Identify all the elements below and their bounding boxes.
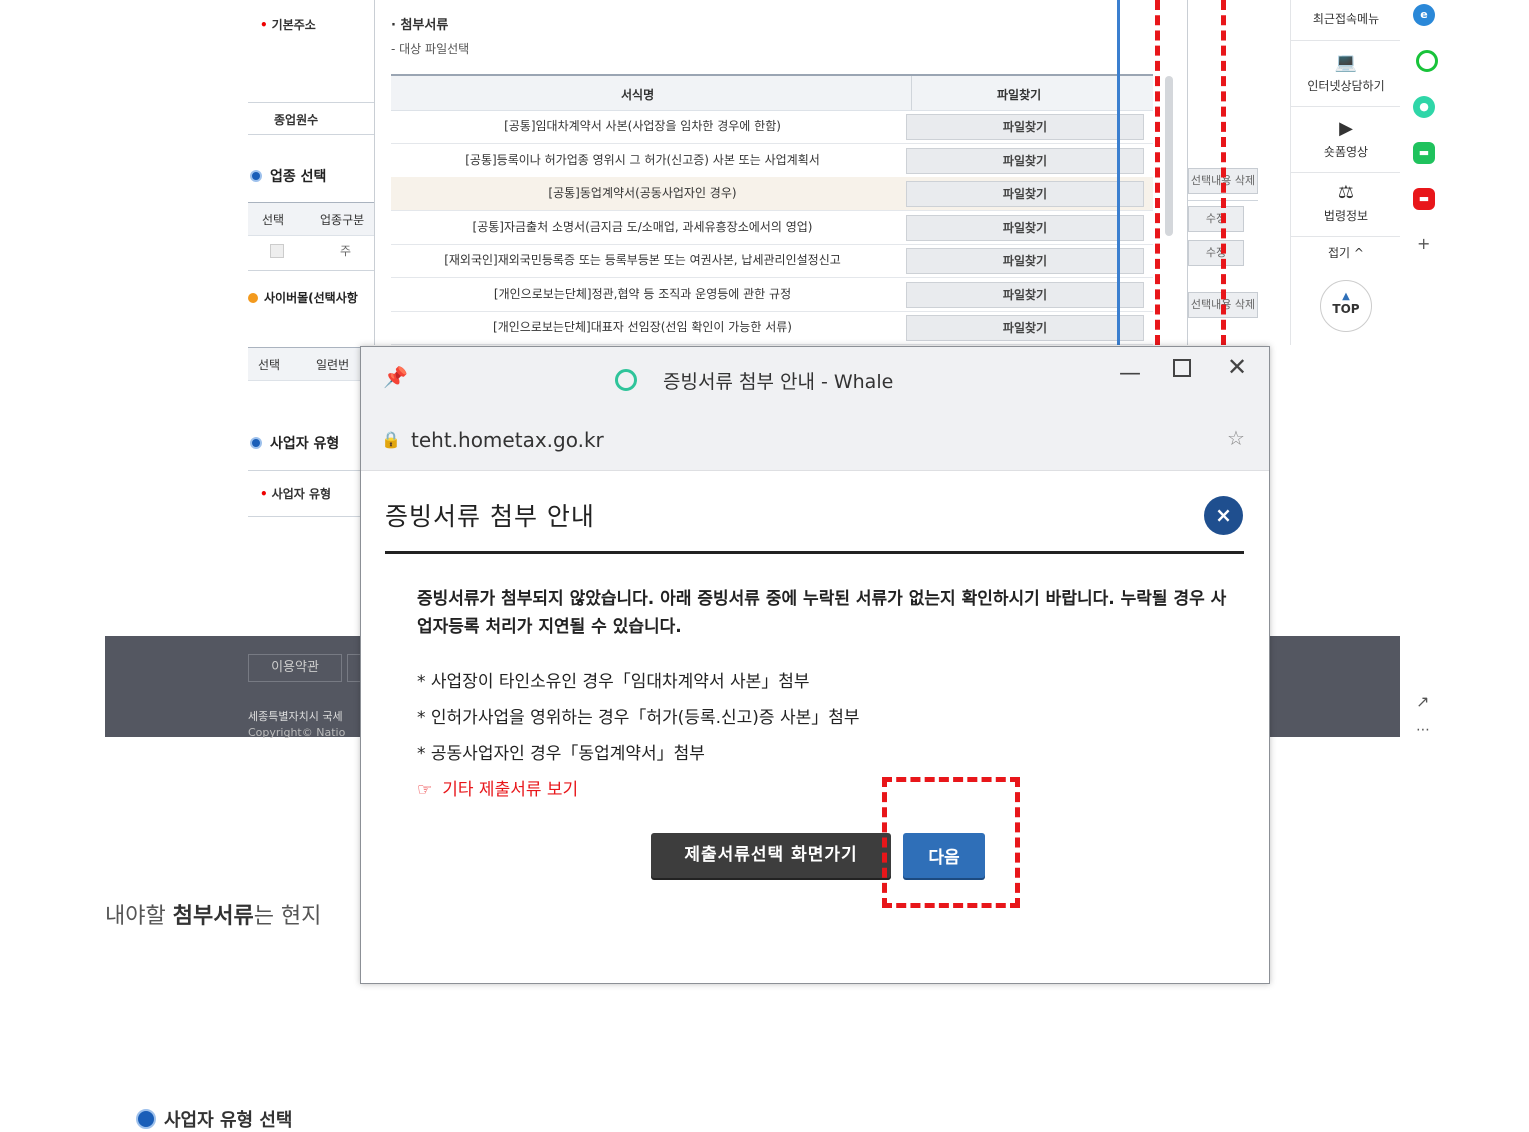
edit-button-1[interactable]: 수정	[1188, 206, 1244, 232]
quick-law-info[interactable]: ⚖ 법령정보	[1291, 182, 1401, 224]
pointing-hand-icon: ☞	[417, 780, 433, 800]
quick-recent-menu[interactable]: 최근접속메뉴	[1291, 10, 1401, 27]
green-circle-icon[interactable]	[1416, 50, 1438, 72]
gavel-icon: ⚖	[1337, 182, 1355, 203]
other-documents-link[interactable]: ☞ 기타 제출서류 보기	[417, 775, 578, 800]
file-find-button[interactable]: 파일찾기	[906, 281, 1144, 308]
quick-short-video[interactable]: ▶ 숏폼영상	[1291, 118, 1401, 160]
laptop-icon: 💻	[1334, 52, 1358, 73]
attachment-row: [재외국인]재외국민등록증 또는 등록부등본 또는 여권사본, 납세관리인설정신…	[391, 244, 1153, 278]
file-find-button[interactable]: 파일찾기	[906, 214, 1144, 241]
pin-icon[interactable]: 📌	[383, 365, 408, 389]
select-documents-button[interactable]: 제출서류선택 화면가기	[651, 833, 891, 878]
bookmark-star-icon[interactable]: ☆	[1227, 426, 1245, 450]
play-icon: ▶	[1339, 118, 1353, 139]
footer-address: 세종특별자치시 국세	[248, 710, 343, 723]
terms-link[interactable]: 이용약관	[248, 654, 342, 682]
basic-address-label: • 기본주소	[260, 18, 316, 32]
attachment-table-header: 서식명 파일찾기	[391, 74, 1153, 111]
maximize-icon[interactable]	[1173, 359, 1191, 377]
cyber-mall-section-title: 사이버몰(선택사항	[248, 289, 358, 306]
type-table-header: 선택 업종구분	[248, 202, 374, 236]
dialog-title: 증빙서류 첨부 안내	[385, 502, 595, 531]
bottom-section-title: 사업자 유형 선택	[136, 1106, 292, 1132]
file-find-button[interactable]: 파일찾기	[906, 248, 1144, 274]
address-bar[interactable]: 🔒 teht.hometax.go.kr ☆	[361, 410, 1269, 471]
bullet-lease-contract: * 사업장이 타인소유인 경우「임대차계약서 사본」첨부	[417, 672, 810, 692]
quick-online-consult[interactable]: 💻 인터넷상담하기	[1291, 52, 1401, 94]
cyber-table-header: 선택 일련번	[248, 347, 374, 381]
attachment-heading: · 첨부서류	[391, 18, 449, 33]
attachment-subheading: - 대상 파일선택	[391, 42, 470, 56]
employees-label: 종업원수	[274, 113, 319, 127]
dialog-window: 📌 증빙서류 첨부 안내 - Whale — ✕ 🔒 teht.hometax.…	[360, 346, 1270, 984]
attachment-form-name: [개인으로보는단체]대표자 선임장(선임 확인이 가능한 서류)	[493, 320, 792, 334]
file-find-button[interactable]: 파일찾기	[906, 147, 1144, 174]
footer-copyright: Copyright© Natio	[248, 726, 346, 739]
quick-menu: 최근접속메뉴 💻 인터넷상담하기 ▶ 숏폼영상 ⚖ 법령정보 접기 ^ ▲ TOP	[1290, 0, 1401, 345]
lock-icon: 🔒	[381, 430, 401, 449]
red-app-icon[interactable]: ▬	[1413, 188, 1435, 210]
add-icon[interactable]: +	[1417, 234, 1430, 253]
warning-message: 증빙서류가 첨부되지 않았습니다. 아래 증빙서류 중에 누락된 서류가 없는지…	[417, 589, 1227, 637]
chat-icon[interactable]: ▬	[1413, 142, 1435, 164]
type-row-checkbox[interactable]	[270, 244, 284, 258]
attachment-row: [개인으로보는단체]대표자 선임장(선임 확인이 가능한 서류) 파일찾기	[391, 311, 1153, 345]
attachment-popup: · 첨부서류 - 대상 파일선택 서식명 파일찾기 [공통]임대차계약서 사본(…	[374, 0, 1226, 345]
edit-button-2[interactable]: 수정	[1188, 240, 1244, 266]
business-type-section-title: 업종 선택	[250, 166, 326, 186]
attachment-row: [공통]임대차계약서 사본(사업장을 임차한 경우에 한함) 파일찾기	[391, 110, 1153, 144]
attachment-form-name: [공통]임대차계약서 사본(사업장을 임차한 경우에 한함)	[504, 119, 781, 133]
window-title: 증빙서류 첨부 안내 - Whale	[663, 371, 894, 393]
attachment-row: [공통]동업계약서(공동사업자인 경우) 파일찾기	[391, 177, 1153, 211]
dialog-close-button[interactable]: ×	[1204, 496, 1243, 535]
edge-icon[interactable]: e	[1413, 4, 1435, 26]
attachment-row: [공통]자금출처 소명서(금지금 도/소매업, 과세유흥장소에서의 영업) 파일찾…	[391, 211, 1153, 245]
more-icon[interactable]: ⋯	[1416, 722, 1430, 738]
operator-type-label: • 사업자 유형	[260, 487, 332, 501]
arrow-up-icon: ▲	[1342, 291, 1350, 302]
title-divider	[385, 551, 1244, 554]
attachment-form-name: [공통]동업계약서(공동사업자인 경우)	[548, 186, 737, 200]
attachment-form-name: [공통]등록이나 허가업종 영위시 그 허가(신고증) 사본 또는 사업계획서	[465, 152, 820, 167]
attachment-row: [공통]등록이나 허가업종 영위시 그 허가(신고증) 사본 또는 사업계획서 파…	[391, 144, 1153, 178]
attachment-form-name: [개인으로보는단체]정관,협약 등 조직과 운영등에 관한 규정	[493, 286, 792, 301]
whale-icon	[615, 369, 637, 391]
quick-collapse[interactable]: 접기 ^	[1291, 244, 1401, 261]
top-button[interactable]: ▲ TOP	[1320, 280, 1372, 332]
file-find-button[interactable]: 파일찾기	[906, 114, 1144, 140]
browser-sidebar: e ● ▬ ▬ + ↗ ⋯	[1400, 0, 1450, 760]
window-titlebar: 📌 증빙서류 첨부 안내 - Whale — ✕	[361, 347, 1269, 410]
bullet-partnership: * 공동사업자인 경우「동업계약서」첨부	[417, 744, 705, 764]
file-find-button[interactable]: 파일찾기	[906, 181, 1144, 207]
attachment-scrollbar[interactable]	[1165, 76, 1173, 236]
close-window-icon[interactable]: ✕	[1227, 353, 1247, 381]
file-find-button[interactable]: 파일찾기	[906, 315, 1144, 341]
attachment-form-name: [재외국인]재외국민등록증 또는 등록부등본 또는 여권사본, 납세관리인설정신…	[444, 253, 841, 267]
media-icon[interactable]: ●	[1413, 96, 1435, 118]
bullet-permit: * 인허가사업을 영위하는 경우「허가(등록.신고)증 사본」첨부	[417, 708, 860, 728]
url-text: teht.hometax.go.kr	[411, 428, 604, 452]
minimize-icon[interactable]: —	[1119, 361, 1141, 386]
attachment-row: [개인으로보는단체]정관,협약 등 조직과 운영등에 관한 규정 파일찾기	[391, 278, 1153, 312]
highlight-box	[882, 777, 1020, 908]
attachment-form-name: [공통]자금출처 소명서(금지금 도/소매업, 과세유흥장소에서의 영업)	[472, 219, 813, 234]
type-row-value: 주	[340, 244, 352, 258]
body-text: 내야할 첨부서류는 현지	[105, 904, 322, 929]
operator-type-section-title: 사업자 유형	[250, 433, 339, 453]
external-link-icon[interactable]: ↗	[1416, 692, 1429, 711]
